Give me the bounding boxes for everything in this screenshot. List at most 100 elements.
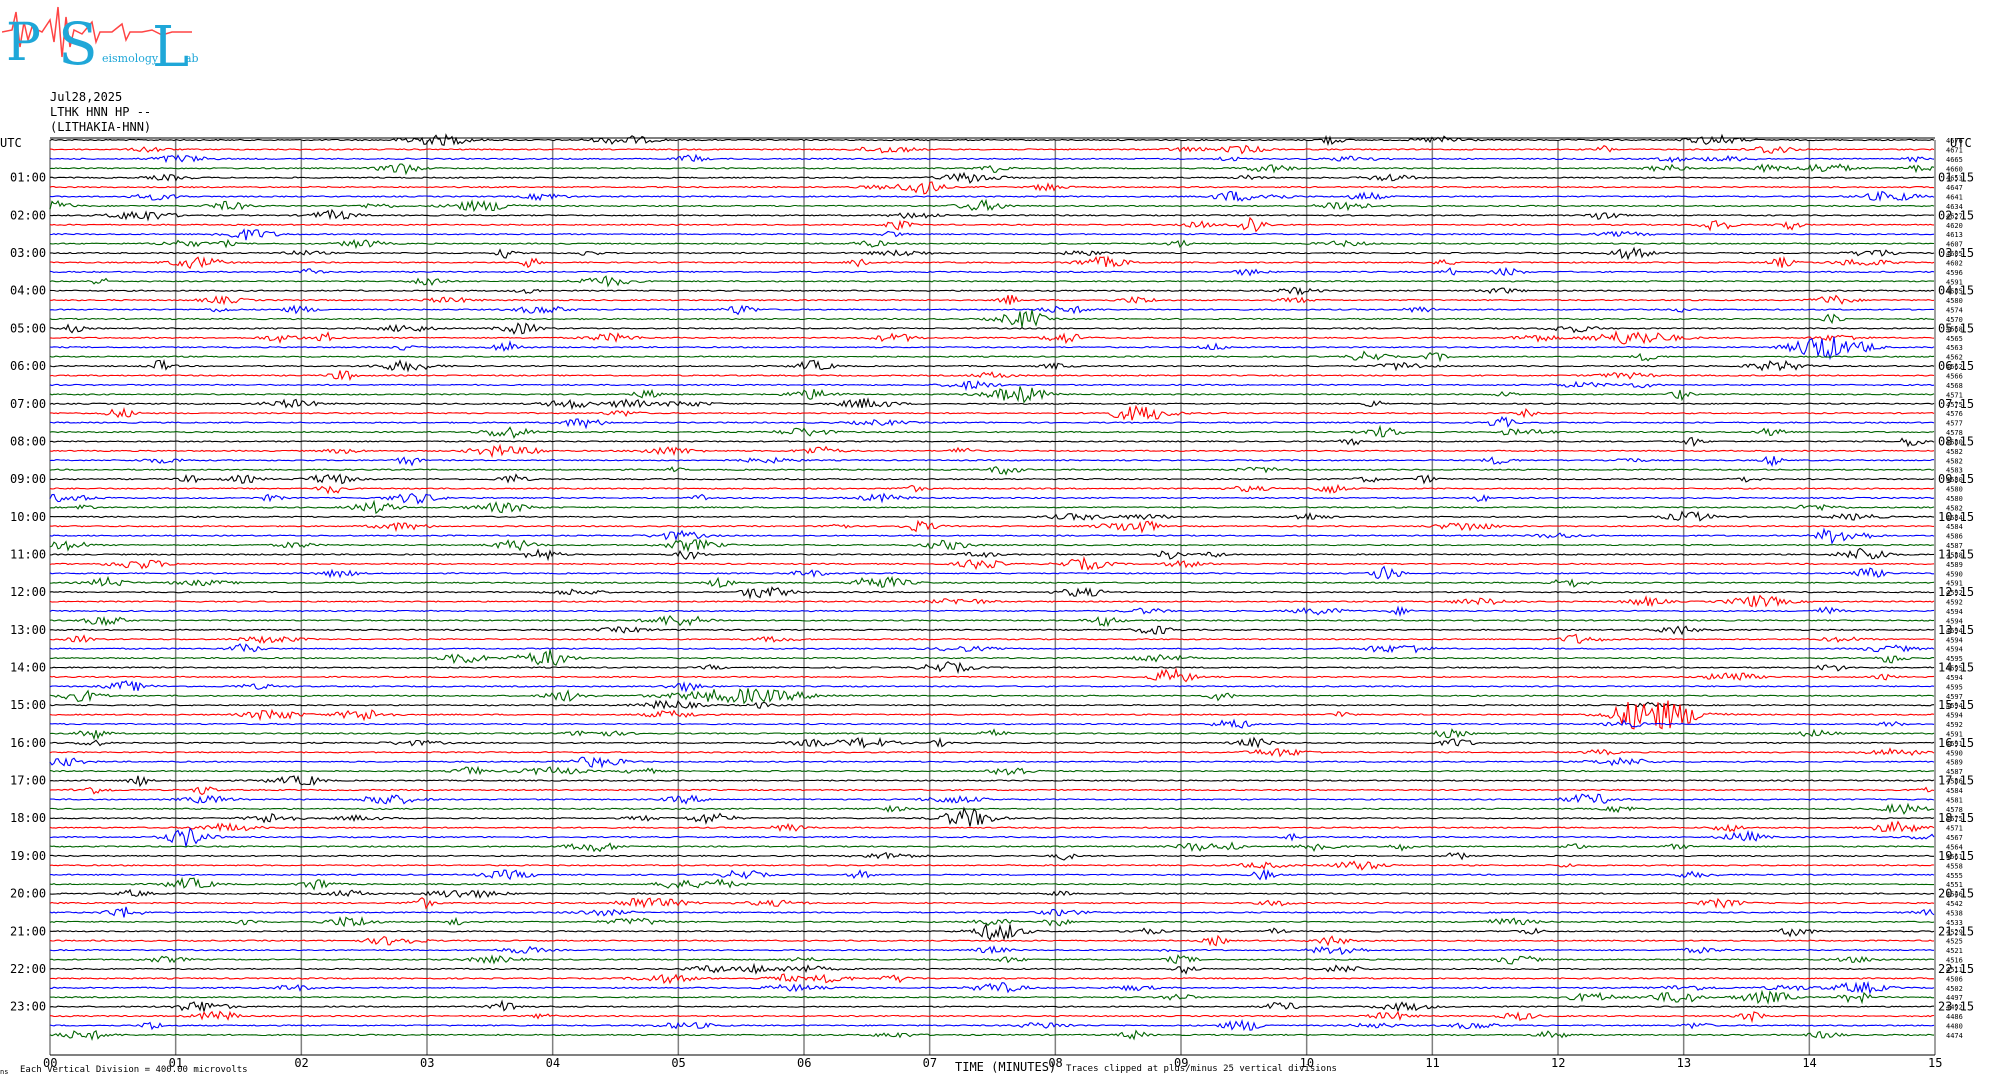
trace-value-label: 4555 xyxy=(1946,872,1963,880)
trace-row-30 xyxy=(49,416,1935,430)
hour-label-right: 22:15 xyxy=(1938,962,1974,976)
trace-row-29 xyxy=(50,404,1935,421)
hour-label-left: 18:00 xyxy=(10,811,46,825)
hour-label-left: 03:00 xyxy=(10,246,46,260)
trace-value-label: 4594 xyxy=(1946,636,1963,644)
hour-label-left: 06:00 xyxy=(10,359,46,373)
trace-row-2 xyxy=(49,153,1935,164)
trace-row-1 xyxy=(49,144,1935,155)
trace-value-label: 4580 xyxy=(1946,486,1963,494)
trace-value-label: 4542 xyxy=(1946,900,1963,908)
seismogram-plot: UTC UTC TIME (MINUTES) Traces clipped at… xyxy=(0,133,1974,1076)
trace-row-55 xyxy=(49,649,1934,666)
hour-label-left: 09:00 xyxy=(10,472,46,486)
trace-row-70 xyxy=(49,793,1935,805)
x-tick-label: 02 xyxy=(294,1056,308,1070)
trace-row-81 xyxy=(49,897,1935,910)
trace-row-15 xyxy=(49,275,1934,288)
trace-row-87 xyxy=(49,954,1935,965)
trace-value-label: 4566 xyxy=(1946,373,1963,381)
trace-row-17 xyxy=(50,294,1935,306)
trace-value-label: 4582 xyxy=(1946,457,1963,465)
corner-mark: ns xyxy=(0,1068,8,1076)
axis-labels: UTC UTC TIME (MINUTES) Traces clipped at… xyxy=(0,136,1974,1076)
trace-value-label: 4576 xyxy=(1946,410,1963,418)
trace-row-86 xyxy=(49,945,1934,956)
hour-label-right: 21:15 xyxy=(1938,924,1974,938)
trace-value-label: 4589 xyxy=(1946,561,1963,569)
trace-row-66 xyxy=(49,756,1935,769)
minute-gridlines xyxy=(49,137,1936,1056)
hour-label-right: 15:15 xyxy=(1938,698,1974,712)
trace-row-19 xyxy=(49,309,1934,328)
hour-label-left: 13:00 xyxy=(10,623,46,637)
trace-row-78 xyxy=(50,868,1935,881)
trace-row-26 xyxy=(49,380,1935,392)
x-axis-title: TIME (MINUTES) xyxy=(955,1060,1056,1074)
hour-label-left: 19:00 xyxy=(10,849,46,863)
trace-value-label: 4577 xyxy=(1946,420,1963,428)
hour-label-right: 23:15 xyxy=(1938,1000,1974,1014)
trace-row-32 xyxy=(49,436,1935,448)
x-tick-label: 12 xyxy=(1551,1056,1565,1070)
trace-row-38 xyxy=(49,492,1935,505)
trace-row-46 xyxy=(49,565,1934,580)
trace-value-label: 4580 xyxy=(1946,495,1963,503)
x-tick-label: 06 xyxy=(797,1056,811,1070)
trace-value-label: 4594 xyxy=(1946,608,1963,616)
trace-row-43 xyxy=(49,538,1935,553)
trace-row-58 xyxy=(49,680,1935,693)
trace-row-13 xyxy=(49,255,1935,270)
trace-row-63 xyxy=(49,728,1935,741)
trace-row-69 xyxy=(49,786,1935,796)
x-tick-label: 10 xyxy=(1300,1056,1314,1070)
trace-row-6 xyxy=(49,190,1935,202)
trace-row-57 xyxy=(49,667,1935,683)
x-tick-label: 03 xyxy=(420,1056,434,1070)
hour-label-right: 01:15 xyxy=(1938,171,1974,185)
trace-row-44 xyxy=(49,547,1935,562)
trace-row-27 xyxy=(49,386,1935,404)
trace-row-72 xyxy=(49,806,1935,827)
hour-label-left: 17:00 xyxy=(10,774,46,788)
trace-row-83 xyxy=(49,916,1935,928)
trace-row-74 xyxy=(49,827,1935,847)
trace-row-60 xyxy=(49,699,1935,710)
trace-row-28 xyxy=(49,397,1935,411)
trace-value-label: 4590 xyxy=(1946,749,1963,757)
hour-label-right: 20:15 xyxy=(1938,887,1974,901)
trace-value-label: 4676 xyxy=(1946,137,1963,145)
trace-row-75 xyxy=(49,841,1934,853)
trace-value-label: 4589 xyxy=(1946,759,1963,767)
trace-row-90 xyxy=(49,980,1935,995)
trace-value-label: 4584 xyxy=(1946,523,1963,531)
trace-value-label: 4594 xyxy=(1946,674,1963,682)
hour-label-right: 16:15 xyxy=(1938,736,1974,750)
trace-value-label: 4594 xyxy=(1946,646,1963,654)
trace-value-label: 4592 xyxy=(1946,721,1963,729)
trace-row-25 xyxy=(49,370,1935,382)
x-tick-label: 09 xyxy=(1174,1056,1188,1070)
trace-row-4 xyxy=(49,171,1935,184)
trace-row-71 xyxy=(49,802,1935,815)
trace-value-label: 4486 xyxy=(1946,1013,1963,1021)
trace-row-21 xyxy=(49,330,1935,345)
hour-label-right: 03:15 xyxy=(1938,246,1974,260)
trace-row-53 xyxy=(49,633,1935,644)
trace-row-89 xyxy=(49,973,1935,985)
trace-value-label: 4521 xyxy=(1946,947,1963,955)
x-tick-label: 14 xyxy=(1802,1056,1816,1070)
hour-label-right: 07:15 xyxy=(1938,397,1974,411)
x-tick-label: 04 xyxy=(546,1056,560,1070)
trace-value-label: 4620 xyxy=(1946,222,1963,230)
hour-label-right: 18:15 xyxy=(1938,811,1974,825)
trace-value-label: 4594 xyxy=(1946,712,1963,720)
trace-row-92 xyxy=(49,999,1934,1013)
trace-row-24 xyxy=(49,358,1935,373)
hour-label-left: 12:00 xyxy=(10,585,46,599)
trace-value-label: 4613 xyxy=(1946,231,1963,239)
trace-row-31 xyxy=(49,424,1935,439)
trace-row-48 xyxy=(49,586,1935,600)
hour-label-right: 19:15 xyxy=(1938,849,1974,863)
x-tick-label: 11 xyxy=(1425,1056,1439,1070)
